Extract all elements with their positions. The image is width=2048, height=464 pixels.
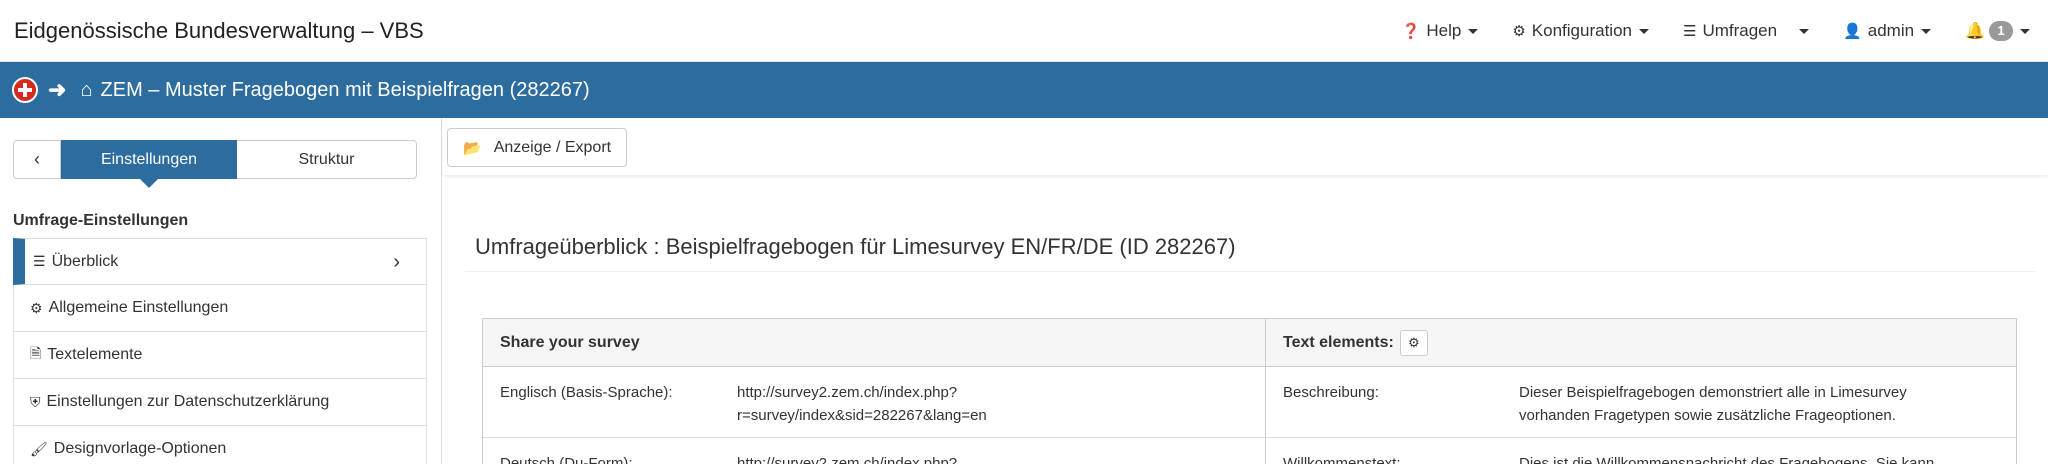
panel-title: Share your survey (483, 319, 1269, 367)
field-value: Dies ist die Willkommensnachricht des Fr… (1519, 452, 1999, 464)
gears-icon: ⚙ (1512, 23, 1526, 40)
swiss-flag-icon (12, 77, 38, 103)
field-label: Willkommenstext: (1283, 455, 1401, 464)
folder-open-icon: 📂 (463, 139, 482, 157)
divider (465, 271, 2035, 272)
tab-einstellungen[interactable]: Einstellungen (61, 140, 237, 188)
sidebar: ‹ Einstellungen Struktur Umfrage-Einstel… (0, 118, 442, 464)
chevron-left-icon: ‹ (34, 149, 40, 169)
survey-title-bar: ➜ ⌂ ZEM – Muster Fragebogen mit Beispiel… (0, 62, 2048, 118)
caret-down-icon (1638, 28, 1649, 34)
panel-header: Text elements: ⚙ (1266, 319, 2016, 367)
shield-icon: ⛨ (30, 393, 41, 410)
survey-link[interactable]: http://survey2.zem.ch/index.php? r=surve… (737, 381, 1252, 427)
notification-badge: 1 (1989, 21, 2013, 41)
link-line: http://survey2.zem.ch/index.php? (737, 384, 958, 401)
settings-menu: ☰ Überblick › ⚙ Allgemeine Einstellungen… (13, 238, 427, 464)
umfragen-menu[interactable]: ☰ Umfragen (1682, 21, 1810, 41)
section-title: Umfrage-Einstellungen (13, 212, 189, 229)
konfiguration-label: Konfiguration (1531, 21, 1632, 40)
link-line: http://survey2.zem.ch/index.php? (737, 455, 958, 464)
umfragen-label: Umfragen (1702, 21, 1778, 40)
list-icon: ☰ (1682, 23, 1697, 40)
sidebar-item-label: Einstellungen zur Datenschutzerklärung (46, 393, 330, 410)
field-value: Dieser Beispielfragebogen demonstriert a… (1519, 381, 1999, 427)
sidebar-item-label: Textelemente (47, 346, 143, 363)
caret-down-icon (1921, 28, 1932, 34)
home-icon[interactable]: ⌂ (80, 79, 92, 102)
sidebar-tabs: ‹ Einstellungen Struktur (13, 140, 417, 188)
sidebar-item-datenschutz[interactable]: ⛨ Einstellungen zur Datenschutzerklärung (13, 379, 427, 426)
arrow-right-icon[interactable]: ➜ (48, 77, 66, 103)
caret-down-icon (1468, 28, 1479, 34)
konfiguration-menu[interactable]: ⚙ Konfiguration (1512, 21, 1649, 41)
share-survey-panel: Share your survey Englisch (Basis-Sprach… (482, 318, 1270, 464)
sidebar-item-label: Designvorlage-Optionen (53, 440, 227, 457)
sidebar-item-textelemente[interactable]: 🗎 Textelemente (13, 332, 427, 379)
top-nav-menu: ❓ Help ⚙ Konfiguration ☰ Umfragen 👤 admi… (1368, 0, 2030, 62)
value-line: Dieser Beispielfragebogen demonstriert a… (1519, 384, 1907, 401)
export-label: Anzeige / Export (493, 138, 612, 156)
survey-link[interactable]: http://survey2.zem.ch/index.php? (737, 452, 1252, 464)
link-line: r=survey/index&sid=282267&lang=en (737, 407, 987, 424)
caret-down-icon (2020, 28, 2030, 34)
caret-down-icon[interactable] (1799, 28, 1810, 34)
value-line: vorhanden Fragetypen sowie zusätzliche F… (1519, 407, 1896, 424)
sidebar-item-label: Allgemeine Einstellungen (48, 299, 229, 316)
table-row: Willkommenstext: Dies ist die Willkommen… (1266, 438, 2016, 464)
brand-title[interactable]: Eidgenössische Bundesverwaltung – VBS (14, 18, 424, 44)
help-label: Help (1426, 21, 1462, 40)
notifications-menu[interactable]: 🔔 1 (1965, 21, 2030, 41)
help-menu[interactable]: ❓ Help (1402, 21, 1479, 41)
chevron-right-icon: › (393, 251, 400, 273)
bell-icon: 🔔 (1965, 23, 1985, 40)
main-content: 📂 Anzeige / Export Umfrageüberblick : Be… (443, 118, 2048, 464)
collapse-sidebar-button[interactable]: ‹ (13, 140, 61, 179)
list-icon: ☰ (33, 253, 46, 269)
survey-title[interactable]: ZEM – Muster Fragebogen mit Beispielfrag… (101, 79, 590, 102)
top-navbar: Eidgenössische Bundesverwaltung – VBS ❓ … (0, 0, 2048, 62)
sidebar-item-allgemeine-einstellungen[interactable]: ⚙ Allgemeine Einstellungen (13, 285, 427, 332)
language-label: Deutsch (Du-Form): (500, 455, 633, 464)
tab-struktur[interactable]: Struktur (237, 140, 417, 179)
survey-toolbar: 📂 Anzeige / Export (443, 118, 2048, 175)
paint-brush-icon: 🖌 (30, 440, 48, 457)
file-text-icon: 🗎 (30, 345, 42, 361)
page-title: Umfrageüberblick : Beispielfragebogen fü… (475, 234, 1236, 259)
sidebar-item-label: Überblick (51, 252, 119, 270)
gears-icon: ⚙ (1408, 334, 1420, 350)
field-label: Beschreibung: (1283, 384, 1379, 401)
sidebar-item-designvorlage[interactable]: 🖌 Designvorlage-Optionen (13, 426, 427, 464)
sidebar-item-ueberblick[interactable]: ☰ Überblick › (13, 238, 427, 285)
edit-text-elements-button[interactable]: ⚙ (1399, 329, 1428, 356)
table-row: Englisch (Basis-Sprache): http://survey2… (483, 367, 1269, 438)
panel-title: Text elements: (1283, 333, 1394, 351)
value-line: Dies ist die Willkommensnachricht des Fr… (1519, 455, 1935, 464)
language-label: Englisch (Basis-Sprache): (500, 384, 673, 401)
table-row: Beschreibung: Dieser Beispielfragebogen … (1266, 367, 2016, 438)
user-icon: 👤 (1843, 23, 1862, 40)
admin-menu[interactable]: 👤 admin (1843, 21, 1932, 41)
admin-label: admin (1867, 21, 1915, 40)
export-button[interactable]: 📂 Anzeige / Export (447, 128, 628, 167)
table-row: Deutsch (Du-Form): http://survey2.zem.ch… (483, 438, 1269, 464)
question-circle-icon: ❓ (1401, 23, 1421, 40)
gears-icon: ⚙ (30, 299, 43, 316)
text-elements-panel: Text elements: ⚙ Beschreibung: Dieser Be… (1265, 318, 2017, 464)
